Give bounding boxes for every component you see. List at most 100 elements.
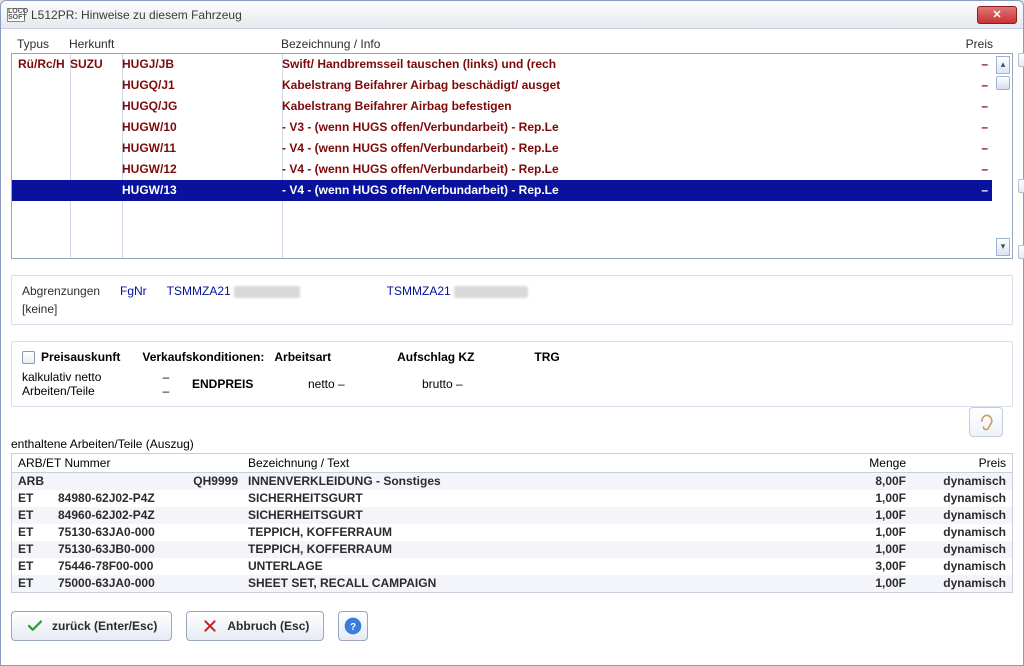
cell-arb-menge: 1,00F [826,524,906,541]
arbeiten-row[interactable]: ET75130-63JB0-000TEPPICH, KOFFERRAUM1,00… [12,541,1012,558]
grid-row[interactable]: HUGW/12- V4 - (wenn HUGS offen/Verbundar… [12,159,992,180]
arbeiten-row[interactable]: ET84960-62J02-P4ZSICHERHEITSGURT1,00Fdyn… [12,507,1012,524]
cell-herkunft: SUZU [70,54,122,75]
cell-typus [18,138,70,159]
grid-row[interactable]: HUGQ/JGKabelstrang Beifahrer Airbag befe… [12,96,992,117]
grid-scrollbar[interactable]: ▴ ▾ [994,54,1012,258]
cell-herkunft [70,117,122,138]
outer-scrollbar[interactable] [1017,53,1024,259]
abgrenzungen-label: Abgrenzungen [22,284,100,298]
back-button[interactable]: zurück (Enter/Esc) [11,611,172,641]
cell-bezeichnung: Kabelstrang Beifahrer Airbag beschädigt/… [282,75,932,96]
preisauskunft-checkbox[interactable] [22,351,35,364]
cell-code: HUGQ/JG [122,96,282,117]
scroll-thumb[interactable] [996,76,1010,90]
cell-preis: – [932,75,992,96]
grid-body[interactable]: Rü/Rc/HSUZUHUGJ/JBSwift/ Handbremsseil t… [11,53,1013,259]
cell-arb-num: 75000-63JA0-000 [58,575,248,592]
cell-arb-menge: 1,00F [826,575,906,592]
arbeitsart-label: Arbeitsart [274,350,331,364]
arb-col-nummer[interactable]: ARB/ET Nummer [18,456,248,470]
cell-arb-preis: dynamisch [906,558,1006,575]
cell-arb-typ: ET [18,558,58,575]
cell-arb-num: 75130-63JB0-000 [58,541,248,558]
arbeiten-row[interactable]: ET84980-62J02-P4ZSICHERHEITSGURT1,00Fdyn… [12,490,1012,507]
outer-scroll-down[interactable] [1018,245,1024,259]
col-herkunft-header[interactable]: Herkunft [69,37,121,51]
help-button[interactable]: ? [338,611,368,641]
arb-col-menge[interactable]: Menge [826,456,906,470]
redacted-text [234,286,300,298]
arbeiten-row[interactable]: ET75130-63JA0-000TEPPICH, KOFFERRAUM1,00… [12,524,1012,541]
dash-value: – [146,384,186,398]
preisauskunft-panel: Preisauskunft Verkaufskonditionen: Arbei… [11,341,1013,407]
cell-code: HUGQ/J1 [122,75,282,96]
arbeiten-body[interactable]: ARBQH9999INNENVERKLEIDUNG - Sonstiges8,0… [11,472,1013,593]
cell-typus [18,75,70,96]
close-button[interactable]: ✕ [977,6,1017,24]
cell-arb-menge: 1,00F [826,541,906,558]
brutto-value: brutto – [422,377,463,391]
grid-row[interactable]: HUGW/10- V3 - (wenn HUGS offen/Verbundar… [12,117,992,138]
cell-arb-bez: TEPPICH, KOFFERRAUM [248,524,826,541]
cell-bezeichnung: - V4 - (wenn HUGS offen/Verbundarbeit) -… [282,138,932,159]
arbeiten-row[interactable]: ET75446-78F00-000UNTERLAGE3,00Fdynamisch [12,558,1012,575]
netto-value: netto – [308,377,345,391]
cell-typus [18,117,70,138]
cell-arb-typ: ET [18,541,58,558]
cell-typus [18,159,70,180]
arbeiten-row[interactable]: ARBQH9999INNENVERKLEIDUNG - Sonstiges8,0… [12,473,1012,490]
cell-herkunft [70,159,122,180]
button-bar: zurück (Enter/Esc) Abbruch (Esc) ? [11,611,1013,641]
col-bezeichnung-header[interactable]: Bezeichnung / Info [281,37,933,51]
cell-code: HUGW/10 [122,117,282,138]
endpreis-label: ENDPREIS [192,377,253,391]
ear-icon [976,412,996,432]
cell-arb-bez: SICHERHEITSGURT [248,507,826,524]
ear-icon-button[interactable] [969,407,1003,437]
cell-arb-num: 75130-63JA0-000 [58,524,248,541]
cell-preis: – [932,138,992,159]
cancel-button-label: Abbruch (Esc) [227,619,309,633]
col-typus-header[interactable]: Typus [17,37,69,51]
arb-col-preis[interactable]: Preis [906,456,1006,470]
cell-arb-menge: 8,00F [826,473,906,490]
back-button-label: zurück (Enter/Esc) [52,619,157,633]
cell-preis: – [932,96,992,117]
title-bar[interactable]: LOCOSOFT L512PR: Hinweise zu diesem Fahr… [1,1,1023,29]
arb-col-bezeichnung[interactable]: Bezeichnung / Text [248,456,826,470]
dialog-window: LOCOSOFT L512PR: Hinweise zu diesem Fahr… [0,0,1024,666]
cell-preis: – [932,117,992,138]
abgrenzungen-panel: Abgrenzungen [keine] FgNr TSMMZA21 TSMMZ… [11,275,1013,325]
cell-arb-bez: INNENVERKLEIDUNG - Sonstiges [248,473,826,490]
cell-arb-num: 84980-62J02-P4Z [58,490,248,507]
cell-arb-typ: ET [18,490,58,507]
cell-code: HUGW/11 [122,138,282,159]
cell-arb-bez: SHEET SET, RECALL CAMPAIGN [248,575,826,592]
cell-typus: Rü/Rc/H [18,54,70,75]
grid-row[interactable]: HUGW/11- V4 - (wenn HUGS offen/Verbundar… [12,138,992,159]
dialog-content: Typus Herkunft Bezeichnung / Info Preis … [1,29,1023,665]
cell-arb-menge: 1,00F [826,490,906,507]
cell-typus [18,96,70,117]
cell-arb-bez: SICHERHEITSGURT [248,490,826,507]
col-preis-header[interactable]: Preis [933,37,993,51]
outer-scroll-up[interactable] [1018,53,1024,67]
cell-herkunft [70,75,122,96]
cancel-button[interactable]: Abbruch (Esc) [186,611,324,641]
cell-herkunft [70,138,122,159]
grid-row[interactable]: Rü/Rc/HSUZUHUGJ/JBSwift/ Handbremsseil t… [12,54,992,75]
grid-row[interactable]: HUGW/13- V4 - (wenn HUGS offen/Verbundar… [12,180,992,201]
cell-preis: – [932,54,992,75]
cell-arb-preis: dynamisch [906,473,1006,490]
arbeiten-teile-label: Arbeiten/Teile [22,384,140,398]
outer-scroll-thumb[interactable] [1018,179,1024,193]
cell-arb-num: 84960-62J02-P4Z [58,507,248,524]
cell-arb-typ: ET [18,524,58,541]
scroll-up-button[interactable]: ▴ [996,56,1010,74]
arbeiten-row[interactable]: ET75000-63JA0-000SHEET SET, RECALL CAMPA… [12,575,1012,592]
fgnr-label: FgNr [120,284,147,298]
scroll-down-button[interactable]: ▾ [996,238,1010,256]
cell-arb-bez: TEPPICH, KOFFERRAUM [248,541,826,558]
grid-row[interactable]: HUGQ/J1Kabelstrang Beifahrer Airbag besc… [12,75,992,96]
